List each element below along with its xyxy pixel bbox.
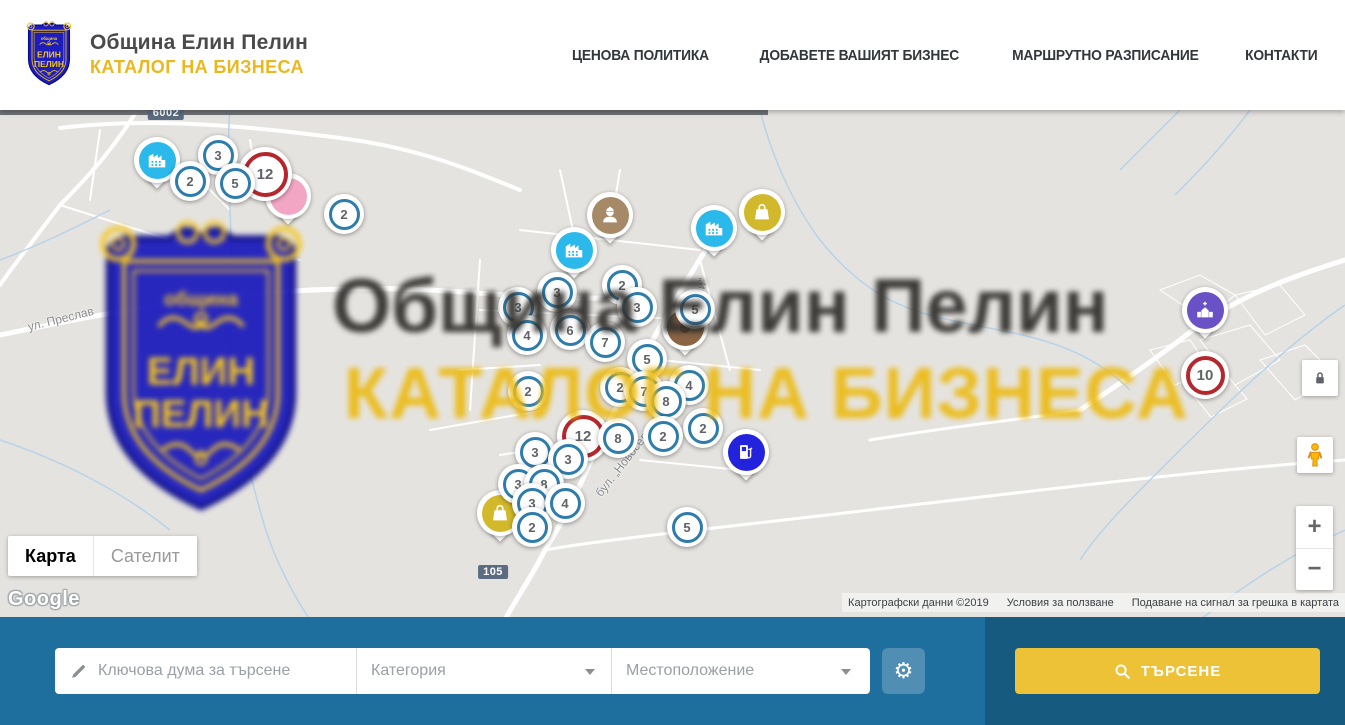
cluster-marker[interactable]: 2 xyxy=(683,408,723,448)
search-button[interactable]: ТЪРСЕНЕ xyxy=(1015,648,1320,694)
zoom-control: + − xyxy=(1296,506,1333,590)
attribution-data-notice: Картографски данни ©2019 xyxy=(848,597,989,609)
category-select[interactable]: Категория xyxy=(357,648,612,694)
nav-item-schedule[interactable]: МАРШРУТНО РАЗПИСАНИЕ xyxy=(1012,47,1199,64)
municipality-crest-icon: община ЕЛИН ПЕЛИН xyxy=(22,20,76,88)
site-logo[interactable]: община ЕЛИН ПЕЛИН Община Елин Пелин КАТА… xyxy=(22,20,308,88)
lock-control-button[interactable] xyxy=(1302,360,1338,396)
zoom-out-button[interactable]: − xyxy=(1296,549,1333,591)
cluster-marker[interactable]: 5 xyxy=(215,163,255,203)
cluster-marker[interactable]: 8 xyxy=(598,418,638,458)
cluster-marker[interactable]: 3 xyxy=(617,287,657,327)
bag-icon xyxy=(751,201,773,223)
lock-icon xyxy=(1310,368,1330,388)
search-icon xyxy=(1114,663,1131,680)
map-type-map-button[interactable]: Карта xyxy=(8,536,93,576)
cluster-marker[interactable]: 6 xyxy=(550,310,590,350)
attribution-report-link[interactable]: Подаване на сигнал за грешка в картата xyxy=(1132,597,1339,609)
bag-pin[interactable] xyxy=(739,189,785,235)
nav-item-pricing[interactable]: ЦЕНОВА ПОЛИТИКА xyxy=(572,47,709,64)
cluster-marker[interactable]: 7 xyxy=(585,322,625,362)
location-select-value: Местоположение xyxy=(626,662,754,680)
attribution-terms-link[interactable]: Условия за ползване xyxy=(1007,597,1114,609)
main-nav: ЦЕНОВА ПОЛИТИКА ДОБАВЕТЕ ВАШИЯТ БИЗНЕС М… xyxy=(566,0,1321,110)
zoom-in-button[interactable]: + xyxy=(1296,506,1333,549)
advanced-search-gear-button[interactable]: ⚙ xyxy=(882,648,925,694)
fuel-pin[interactable] xyxy=(723,429,769,475)
site-subtitle: КАТАЛОГ НА БИЗНЕСА xyxy=(90,57,308,78)
fuel-icon xyxy=(735,441,757,463)
nav-item-add-business[interactable]: ДОБАВЕТЕ ВАШИЯТ БИЗНЕС xyxy=(760,47,959,64)
factory-pin[interactable] xyxy=(691,205,737,251)
cluster-marker[interactable]: 2 xyxy=(508,371,548,411)
chevron-down-icon xyxy=(585,669,595,675)
cluster-marker[interactable]: 10 xyxy=(1181,351,1229,399)
gear-icon: ⚙ xyxy=(894,658,914,684)
cluster-marker[interactable]: 5 xyxy=(667,507,707,547)
map-type-satellite-button[interactable]: Сателит xyxy=(93,536,197,576)
pegman-icon xyxy=(1304,442,1326,468)
factory-icon xyxy=(563,239,585,261)
nav-item-contacts[interactable]: КОНТАКТИ xyxy=(1246,47,1318,64)
category-select-value: Категория xyxy=(371,662,446,680)
keyword-input[interactable] xyxy=(98,662,344,680)
location-select[interactable]: Местоположение xyxy=(612,648,867,694)
factory-icon xyxy=(703,217,725,239)
pencil-icon xyxy=(69,662,88,681)
factory-icon xyxy=(146,149,168,171)
church-icon xyxy=(1194,299,1216,321)
cluster-marker[interactable]: 4 xyxy=(545,483,585,523)
google-logo[interactable]: Google xyxy=(8,588,80,611)
svg-text:ПЕЛИН: ПЕЛИН xyxy=(34,59,64,69)
cluster-marker[interactable]: 4 xyxy=(507,315,547,355)
svg-text:община: община xyxy=(41,36,58,41)
cluster-marker[interactable]: 8 xyxy=(646,381,686,421)
street-view-pegman-button[interactable] xyxy=(1297,437,1333,473)
search-bar: Категория Местоположение xyxy=(55,648,870,694)
chevron-down-icon xyxy=(841,669,851,675)
factory-pin[interactable] xyxy=(551,227,597,273)
worker-icon xyxy=(599,204,621,226)
cluster-marker[interactable]: 2 xyxy=(324,194,364,234)
map-attribution: Картографски данни ©2019 Условия за полз… xyxy=(842,593,1345,612)
cluster-marker[interactable]: 5 xyxy=(675,289,715,329)
church-pin[interactable] xyxy=(1182,287,1228,333)
google-map[interactable]: ул. Преславбул. „Новоселци"ции"6002105 xyxy=(0,110,1345,617)
cluster-marker[interactable]: 2 xyxy=(512,507,552,547)
search-panel: ТЪРСЕНЕ Категория Местоположение ⚙ xyxy=(0,617,1345,725)
map-markers-layer: 31225223335647510422782122833383425 xyxy=(0,110,1345,617)
site-header: община ЕЛИН ПЕЛИН Община Елин Пелин КАТА… xyxy=(0,0,1345,110)
map-type-control: Карта Сателит xyxy=(8,536,197,576)
cluster-marker[interactable]: 2 xyxy=(170,161,210,201)
bag-icon xyxy=(489,502,511,524)
keyword-field-wrap xyxy=(55,648,357,694)
cluster-marker[interactable]: 2 xyxy=(643,416,683,456)
svg-text:ЕЛИН: ЕЛИН xyxy=(37,49,61,59)
site-title: Община Елин Пелин xyxy=(90,31,308,55)
search-panel-right: ТЪРСЕНЕ xyxy=(985,617,1345,725)
cluster-marker[interactable]: 3 xyxy=(537,272,577,312)
